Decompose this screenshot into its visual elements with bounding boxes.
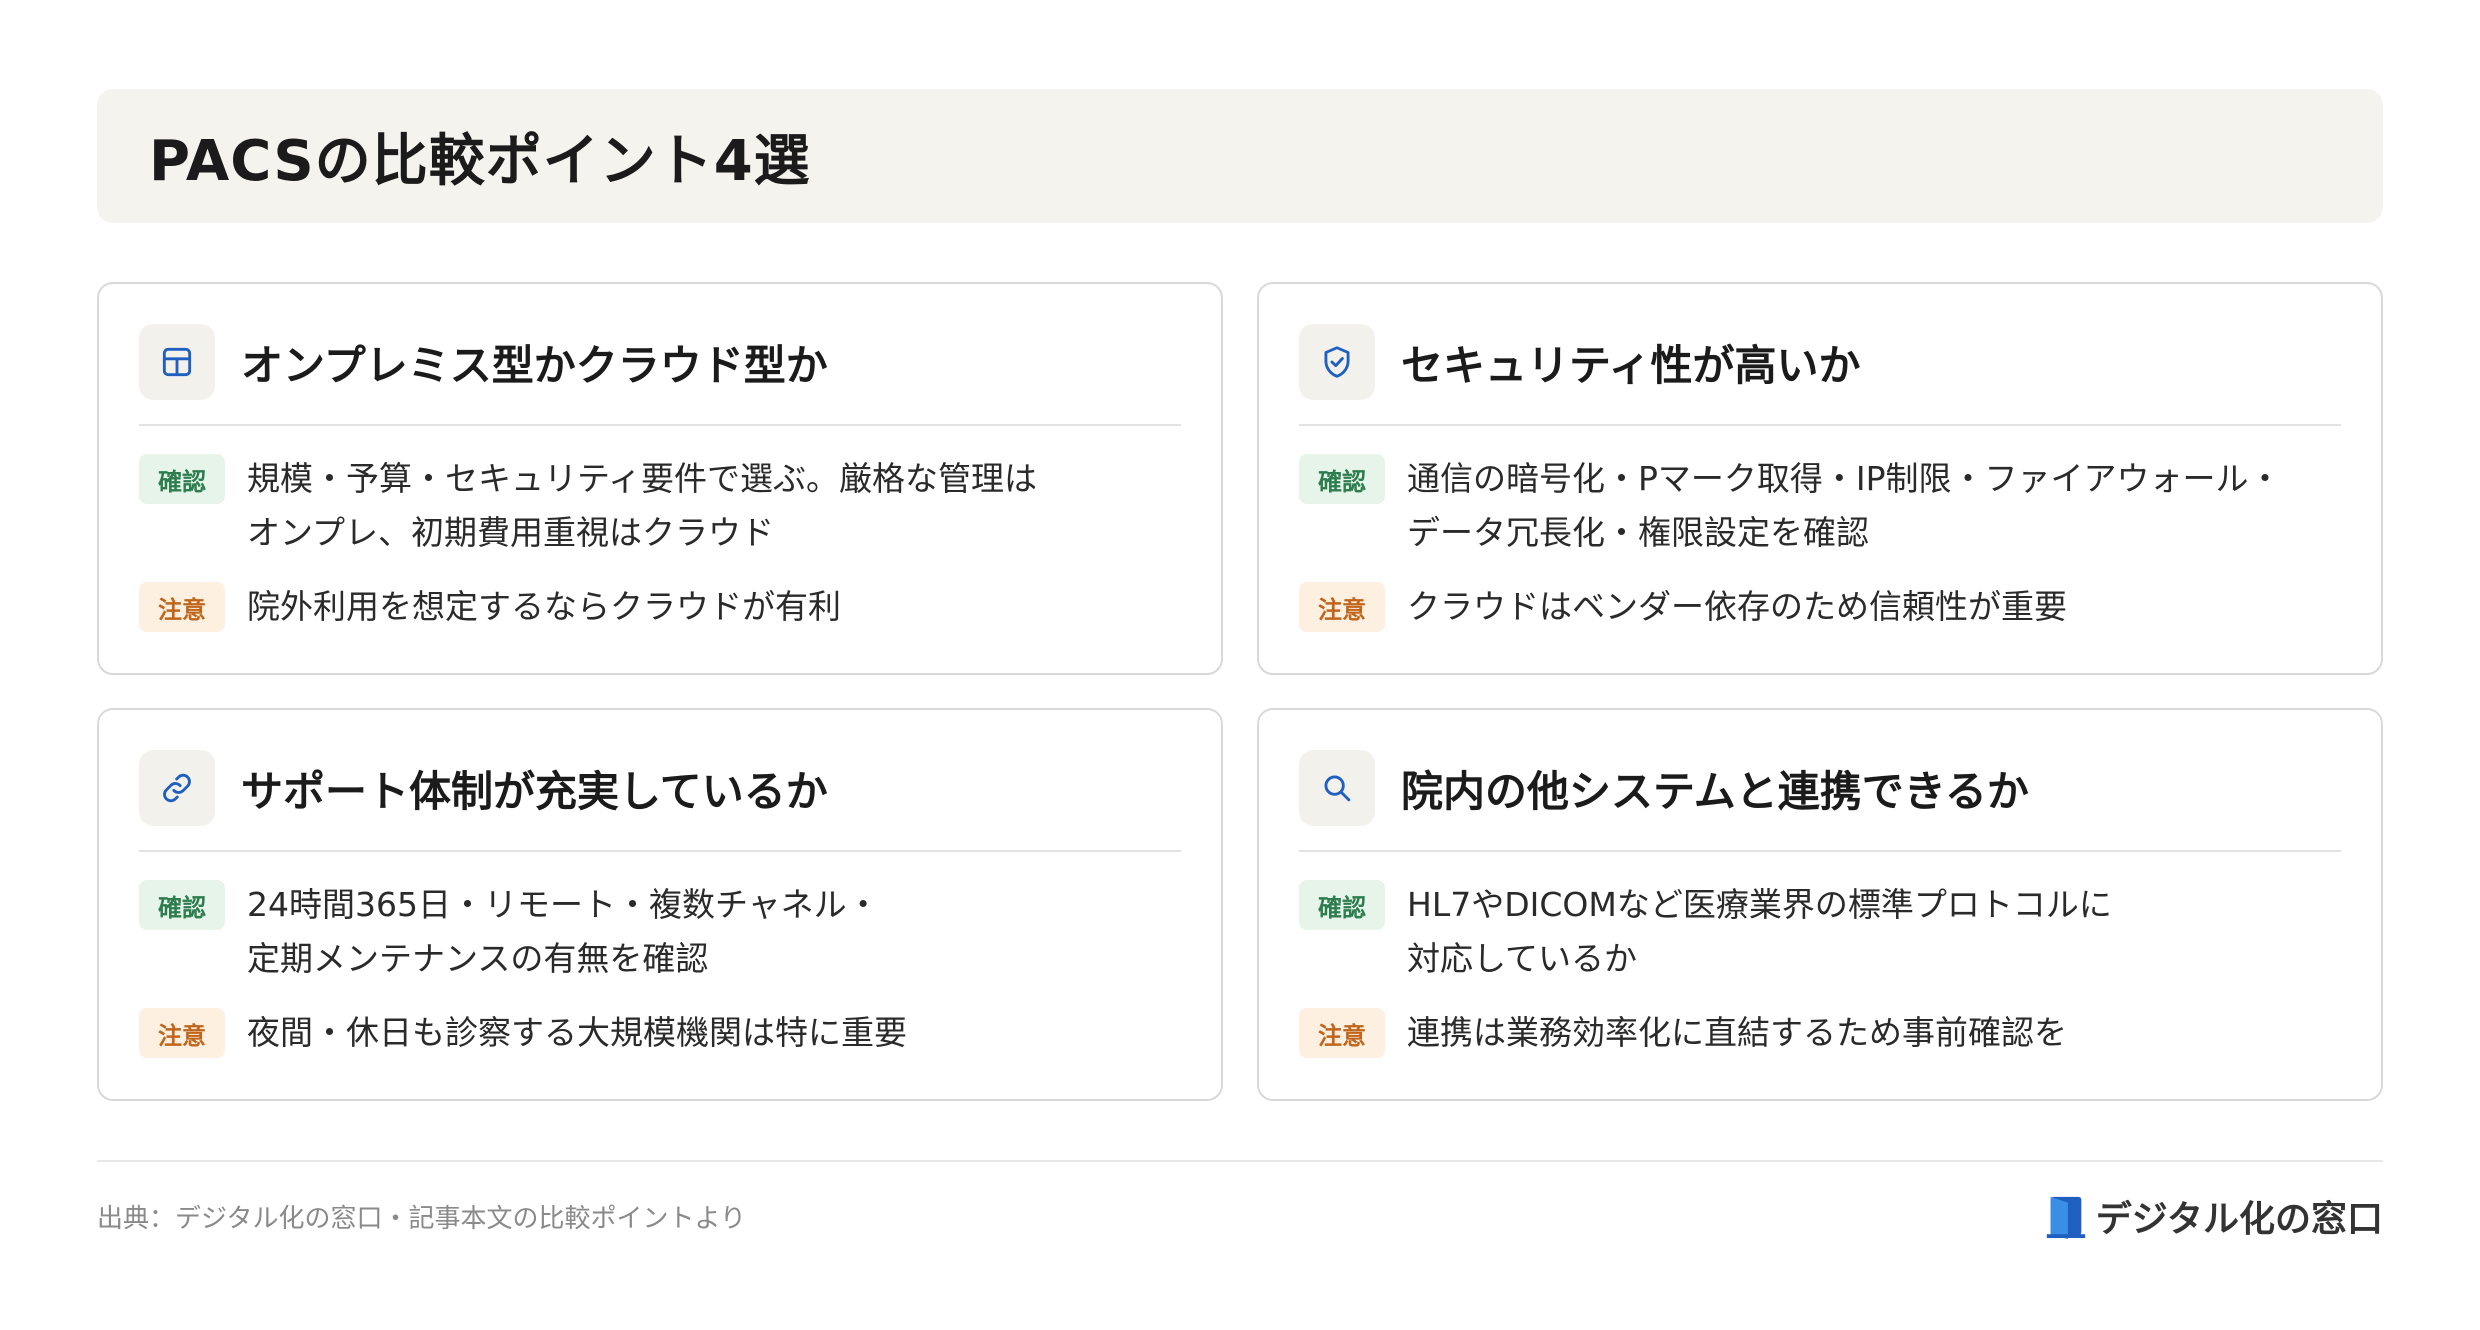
note-row: 注意 連携は業務効率化に直結するため事前確認を	[1299, 1008, 2351, 1060]
note-row: 注意 夜間・休日も診察する大規模機関は特に重要	[139, 1008, 1191, 1060]
check-text-line-2: 対応しているか	[1407, 939, 1638, 978]
comparison-card-integration: 院内の他システムと連携できるか 確認 HL7やDICOMなど医療業界の標準プロト…	[1257, 708, 2383, 1101]
link-icon	[139, 750, 215, 826]
note-text: 連携は業務効率化に直結するため事前確認を	[1407, 1013, 2067, 1052]
card-header: サポート体制が充実しているか	[139, 750, 1181, 826]
table-icon	[139, 324, 215, 400]
note-badge: 注意	[139, 1008, 225, 1058]
page: PACSの比較ポイント4選 オンプレミス型かクラウド型か 確認 規模・予算・セキ…	[0, 0, 2480, 1330]
check-badge: 確認	[139, 454, 225, 504]
note-badge: 注意	[139, 582, 225, 632]
check-badge: 確認	[139, 880, 225, 930]
check-text: 24時間365日・リモート・複数チャネル・ 定期メンテナンスの有無を確認	[247, 878, 880, 986]
comparison-card-security: セキュリティ性が高いか 確認 通信の暗号化・Pマーク取得・IP制限・ファイアウォ…	[1257, 282, 2383, 675]
comparison-card-support: サポート体制が充実しているか 確認 24時間365日・リモート・複数チャネル・定…	[97, 708, 1223, 1101]
check-text-line-1: 24時間365日・リモート・複数チャネル・	[247, 885, 880, 924]
check-text-line-2: データ冗長化・権限設定を確認	[1407, 513, 1869, 552]
footer-divider	[97, 1160, 2383, 1162]
card-header: 院内の他システムと連携できるか	[1299, 750, 2341, 826]
check-text: 通信の暗号化・Pマーク取得・IP制限・ファイアウォール・ データ冗長化・権限設定を…	[1407, 452, 2282, 560]
source-note: 出典：デジタル化の窓口・記事本文の比較ポイントより	[97, 1204, 746, 1234]
card-divider	[1299, 424, 2341, 426]
card-divider	[1299, 850, 2341, 852]
comparison-card-deployment: オンプレミス型かクラウド型か 確認 規模・予算・セキュリティ要件で選ぶ。厳格な管…	[97, 282, 1223, 675]
note-row: 注意 クラウドはベンダー依存のため信頼性が重要	[1299, 582, 2351, 634]
card-divider	[139, 424, 1181, 426]
card-header: オンプレミス型かクラウド型か	[139, 324, 1181, 400]
card-header: セキュリティ性が高いか	[1299, 324, 2341, 400]
search-icon	[1299, 750, 1375, 826]
check-text-line-1: 通信の暗号化・Pマーク取得・IP制限・ファイアウォール・	[1407, 459, 2282, 498]
check-row: 確認 HL7やDICOMなど医療業界の標準プロトコルに 対応しているか	[1299, 880, 2351, 986]
check-text: 規模・予算・セキュリティ要件で選ぶ。厳格な管理は オンプレ、初期費用重視はクラウド	[247, 452, 1037, 560]
note-text: クラウドはベンダー依存のため信頼性が重要	[1407, 587, 2067, 626]
page-title: PACSの比較ポイント4選	[149, 128, 811, 194]
note-text: 院外利用を想定するならクラウドが有利	[247, 587, 841, 626]
check-text-line-2: 定期メンテナンスの有無を確認	[247, 939, 709, 978]
check-badge: 確認	[1299, 454, 1385, 504]
check-row: 確認 通信の暗号化・Pマーク取得・IP制限・ファイアウォール・ データ冗長化・権限…	[1299, 454, 2351, 560]
brand-name: デジタル化の窓口	[2095, 1199, 2383, 1240]
check-badge: 確認	[1299, 880, 1385, 930]
brand-door-icon	[2046, 1196, 2085, 1239]
check-text-line-2: オンプレ、初期費用重視はクラウド	[247, 513, 775, 552]
check-text-line-1: 規模・予算・セキュリティ要件で選ぶ。厳格な管理は	[247, 459, 1038, 498]
note-text: 夜間・休日も診察する大規模機関は特に重要	[247, 1013, 907, 1052]
card-title: サポート体制が充実しているか	[241, 766, 828, 816]
card-title: 院内の他システムと連携できるか	[1401, 766, 2029, 816]
note-row: 注意 院外利用を想定するならクラウドが有利	[139, 582, 1191, 634]
card-title: セキュリティ性が高いか	[1401, 340, 1861, 390]
note-badge: 注意	[1299, 1008, 1385, 1058]
check-row: 確認 24時間365日・リモート・複数チャネル・ 定期メンテナンスの有無を確認	[139, 880, 1191, 986]
card-divider	[139, 850, 1181, 852]
card-title: オンプレミス型かクラウド型か	[241, 340, 828, 390]
shield-check-icon	[1299, 324, 1375, 400]
brand-logo: デジタル化の窓口	[2046, 1190, 2383, 1242]
note-badge: 注意	[1299, 582, 1385, 632]
check-text: HL7やDICOMなど医療業界の標準プロトコルに 対応しているか	[1407, 878, 2112, 986]
check-text-line-1: HL7やDICOMなど医療業界の標準プロトコルに	[1407, 885, 2112, 924]
title-banner: PACSの比較ポイント4選	[97, 89, 2383, 223]
check-row: 確認 規模・予算・セキュリティ要件で選ぶ。厳格な管理は オンプレ、初期費用重視はク…	[139, 454, 1191, 560]
